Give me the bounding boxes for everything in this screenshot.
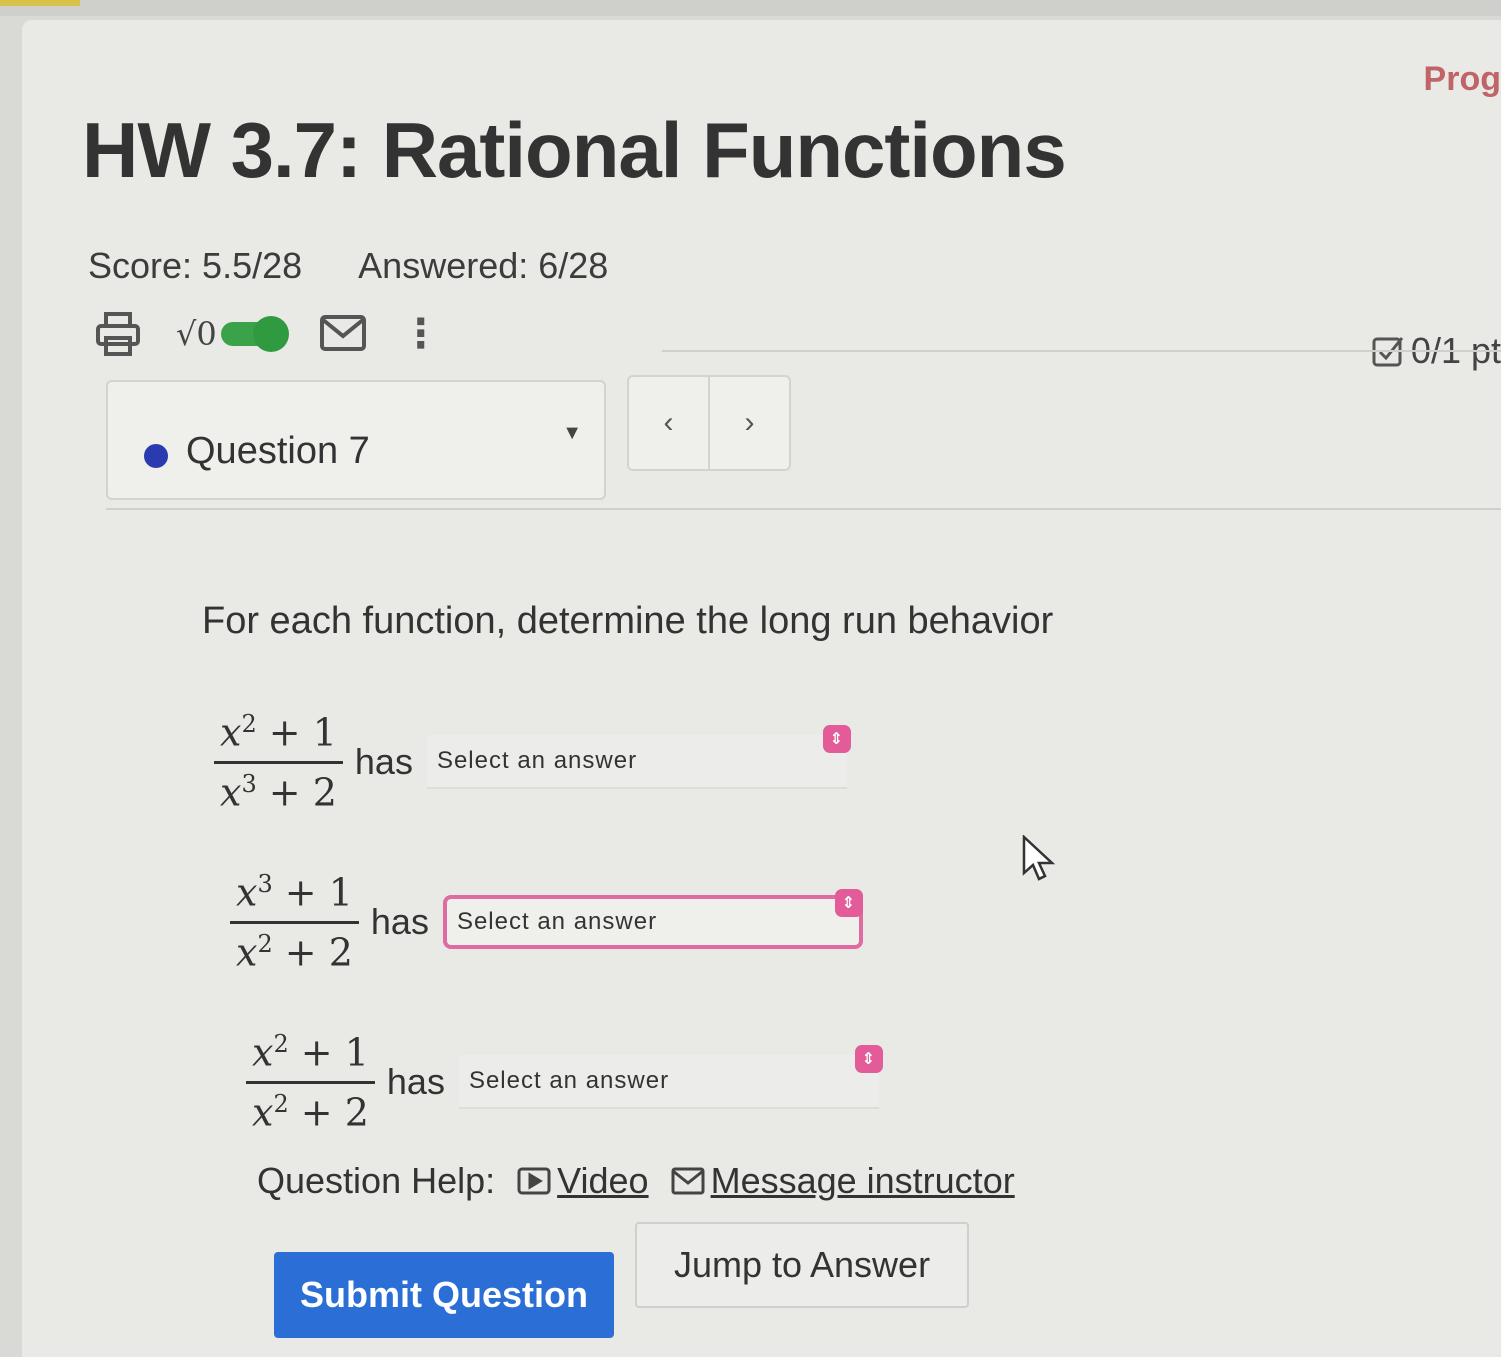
message-instructor-text: Message instructor [710, 1160, 1015, 1201]
divider-top [662, 350, 1501, 352]
mail-icon[interactable] [319, 314, 367, 354]
video-icon [517, 1167, 551, 1195]
select-spinner-icon: ⇕ [834, 889, 863, 918]
question-select[interactable]: Question 7 ▼ [106, 380, 606, 500]
connector-text: has [386, 1061, 445, 1103]
answer-select-3[interactable]: Select an answer ⇕ [458, 1045, 883, 1110]
answer-placeholder: Select an answer [436, 747, 638, 775]
question-item-1: x2 + 1 x3 + 2 has Select an answer ⇕ [214, 710, 851, 814]
assignment-toolbar: √0 ⋮ [94, 310, 441, 358]
submit-question-button[interactable]: Submit Question [274, 1252, 614, 1338]
fraction-bar [230, 920, 359, 924]
question-item-2: x3 + 1 x2 + 2 has Select an answer ⇕ [230, 870, 863, 974]
answered-text: Answered: 6/28 [358, 245, 609, 286]
assignment-page: HW 3.7: Rational Functions Prog Score: 5… [22, 20, 1501, 1357]
mouse-pointer-icon [1022, 835, 1056, 881]
answer-select-2[interactable]: Select an answer ⇕ [442, 889, 863, 950]
progress-link[interactable]: Prog [1424, 60, 1501, 99]
denominator: x3 + 2 [220, 769, 337, 815]
jump-to-answer-button[interactable]: Jump to Answer [635, 1222, 969, 1308]
mail-icon [671, 1167, 705, 1195]
more-options-icon[interactable]: ⋮ [401, 314, 441, 354]
question-help-label: Question Help: [257, 1160, 496, 1201]
fraction-bar [246, 1080, 375, 1084]
question-nav-buttons: ‹ › [627, 375, 791, 471]
connector-text: has [354, 741, 413, 783]
math-display-toggle[interactable]: √0 [176, 315, 289, 353]
connector-text: has [370, 901, 429, 943]
question-select-label: Question 7 [186, 430, 370, 472]
page-title: HW 3.7: Rational Functions [82, 106, 1067, 194]
select-spinner-icon: ⇕ [854, 1045, 883, 1074]
numerator: x2 + 1 [252, 1030, 369, 1075]
divider-bottom [106, 508, 1501, 510]
answer-select-1[interactable]: Select an answer ⇕ [426, 725, 851, 790]
answer-placeholder: Select an answer [456, 908, 658, 936]
numerator: x2 + 1 [220, 710, 337, 755]
denominator: x2 + 2 [252, 1089, 369, 1135]
select-spinner-icon: ⇕ [822, 725, 851, 754]
top-accent [0, 0, 80, 6]
score-stats: Score: 5.5/28 Answered: 6/28 [88, 245, 656, 287]
question-prompt: For each function, determine the long ru… [202, 600, 1054, 642]
print-icon[interactable] [94, 310, 142, 358]
chevron-down-icon: ▼ [562, 422, 582, 444]
fraction-3: x2 + 1 x2 + 2 [246, 1030, 375, 1134]
fraction-bar [214, 760, 343, 764]
toggle-switch[interactable] [220, 316, 289, 352]
video-link-text: Video [557, 1160, 649, 1201]
fraction-2: x3 + 1 x2 + 2 [230, 870, 359, 974]
question-status-dot [144, 444, 168, 468]
video-link[interactable]: Video [517, 1160, 649, 1202]
question-help: Question Help: Video Message instructor [257, 1160, 1015, 1202]
denominator: x2 + 2 [236, 929, 353, 975]
answer-placeholder: Select an answer [468, 1067, 670, 1095]
question-item-3: x2 + 1 x2 + 2 has Select an answer ⇕ [246, 1030, 883, 1134]
browser-top-strip [0, 0, 1501, 16]
fraction-1: x2 + 1 x3 + 2 [214, 710, 343, 814]
math-toggle-label: √0 [176, 315, 217, 353]
message-instructor-link[interactable]: Message instructor [671, 1160, 1015, 1202]
toggle-knob [252, 316, 289, 352]
next-question-button[interactable]: › [708, 377, 789, 469]
prev-question-button[interactable]: ‹ [629, 377, 708, 469]
score-text: Score: 5.5/28 [88, 245, 303, 286]
numerator: x3 + 1 [236, 870, 353, 915]
